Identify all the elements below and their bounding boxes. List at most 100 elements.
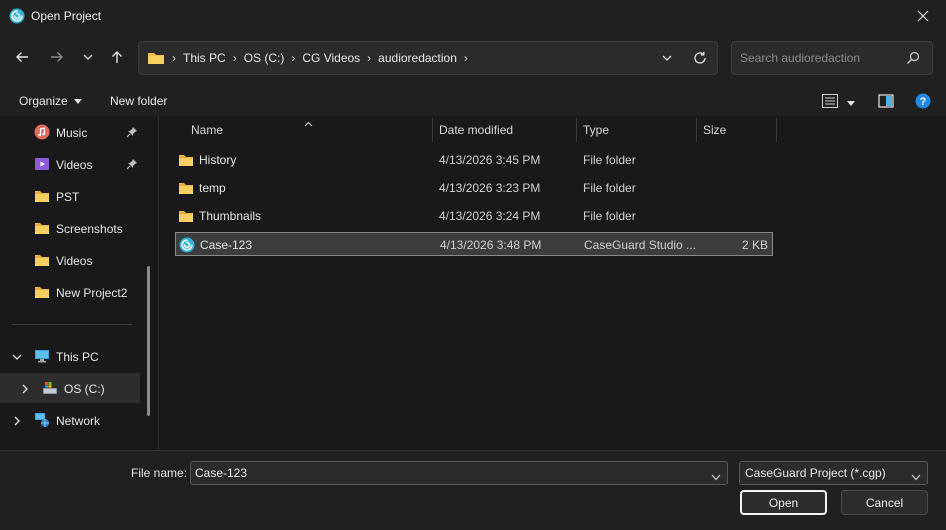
pin-icon[interactable] [126,158,138,170]
organize-menu-button[interactable]: Organize [19,94,82,108]
nav-item-this-pc[interactable]: This PC [0,341,140,371]
breadcrumb-separator-icon[interactable]: › [461,51,471,65]
column-type[interactable]: Type [583,123,609,137]
chevron-right-icon[interactable] [12,415,22,426]
nav-item-pst[interactable]: PST [0,181,140,211]
file-name: Thumbnails [199,209,262,223]
arrow-up-icon [112,51,122,63]
up-button[interactable] [106,46,128,68]
back-button[interactable] [11,46,33,68]
drive-icon [42,380,58,396]
pin-icon[interactable] [126,126,138,138]
file-type: File folder [583,153,636,167]
nav-item-label: OS (C:) [64,382,105,396]
arrow-right-icon [51,52,63,62]
close-button[interactable] [900,0,946,32]
nav-item-videos-pinned[interactable]: Videos [0,149,140,179]
breadcrumb-separator-icon[interactable]: › [230,51,240,65]
address-row: › This PC › OS (C:) › CG Videos › audior… [0,32,946,86]
column-divider[interactable] [776,118,777,142]
nav-item-screenshots[interactable]: Screenshots [0,213,140,243]
file-size: 2 KB [741,238,768,252]
file-name: History [199,153,237,167]
svg-text:?: ? [920,96,927,108]
breadcrumb-item-os-c[interactable]: OS (C:) [240,51,289,65]
title-bar: Open Project [0,0,946,32]
chevron-down-icon [911,470,921,481]
nav-item-label: New Project2 [56,286,128,300]
nav-item-label: PST [56,190,80,204]
breadcrumb-separator-icon: › [172,51,176,65]
nav-item-os-c[interactable]: OS (C:) [0,373,140,403]
file-date: 4/13/2026 3:45 PM [439,153,541,167]
file-list: Name Date modified Type Size History 4/1… [159,116,946,450]
folder-icon [34,188,50,204]
address-bar[interactable]: › This PC › OS (C:) › CG Videos › audior… [138,41,718,75]
folder-icon [178,152,194,168]
cancel-button[interactable]: Cancel [841,490,928,515]
search-icon[interactable] [906,51,920,65]
column-name[interactable]: Name [191,123,223,137]
open-button[interactable]: Open [740,490,827,515]
sort-ascending-icon [304,116,313,127]
navigation-pane: Music Videos PST Screenshots Videos New … [0,116,158,450]
folder-icon [147,51,165,65]
nav-item-label: Network [56,414,101,428]
arrow-left-icon [16,52,28,62]
file-row-selected[interactable]: Case-123 4/13/2026 3:48 PM CaseGuard Stu… [175,232,773,256]
window-title: Open Project [31,9,102,23]
chevron-down-icon[interactable] [12,351,22,361]
address-history-dropdown[interactable] [659,50,675,66]
nav-item-videos-folder[interactable]: Videos [0,245,140,275]
refresh-button[interactable] [691,49,709,67]
breadcrumb-item-cg-videos[interactable]: CG Videos [298,51,364,65]
file-row[interactable]: History 4/13/2026 3:45 PM File folder [175,148,773,172]
nav-item-label: Videos [56,158,93,172]
breadcrumb-separator-icon[interactable]: › [288,51,298,65]
nav-scrollbar[interactable] [147,266,150,416]
folder-icon [34,220,50,236]
nav-item-network[interactable]: Network [0,405,140,435]
search-input[interactable] [740,49,900,67]
breadcrumb-item-audioredaction[interactable]: audioredaction [374,51,461,65]
view-options-dropdown[interactable] [846,97,856,106]
nav-item-new-project2[interactable]: New Project2 [0,277,140,307]
organize-label: Organize [19,94,68,108]
dialog-footer: File name: CaseGuard Project (*.cgp) Ope… [0,450,946,530]
nav-item-music[interactable]: Music [0,117,140,147]
column-divider[interactable] [696,118,697,142]
search-box[interactable] [731,41,933,75]
file-name: temp [199,181,226,195]
folder-icon [178,180,194,196]
new-folder-button[interactable]: New folder [110,94,167,108]
breadcrumb-separator-icon[interactable]: › [364,51,374,65]
chevron-right-icon[interactable] [20,383,30,394]
nav-divider [12,324,132,325]
column-date-modified[interactable]: Date modified [439,123,513,137]
file-type: File folder [583,209,636,223]
file-name-label: File name: [131,466,188,480]
file-name-input[interactable] [195,465,695,481]
file-row[interactable]: temp 4/13/2026 3:23 PM File folder [175,176,773,200]
file-name-dropdown[interactable] [711,470,721,481]
column-divider[interactable] [432,118,433,142]
breadcrumb-item-this-pc[interactable]: This PC [179,51,230,65]
file-row[interactable]: Thumbnails 4/13/2026 3:24 PM File folder [175,204,773,228]
column-size[interactable]: Size [703,123,726,137]
caseguard-logo-icon [9,8,25,24]
column-divider[interactable] [576,118,577,142]
caseguard-file-icon [179,237,195,253]
nav-item-label: Videos [56,254,93,268]
file-type-select[interactable]: CaseGuard Project (*.cgp) [739,461,928,485]
file-type: CaseGuard Studio ... [584,238,697,252]
videos-icon [34,156,50,172]
change-view-button[interactable] [822,94,838,108]
preview-pane-button[interactable] [878,93,894,109]
recent-locations-button[interactable] [77,46,99,68]
refresh-icon [694,51,706,64]
file-name-combobox[interactable] [190,461,728,485]
forward-button[interactable] [46,46,68,68]
nav-item-label: Screenshots [56,222,123,236]
file-type-value: CaseGuard Project (*.cgp) [745,466,886,480]
help-button[interactable]: ? [915,93,931,109]
